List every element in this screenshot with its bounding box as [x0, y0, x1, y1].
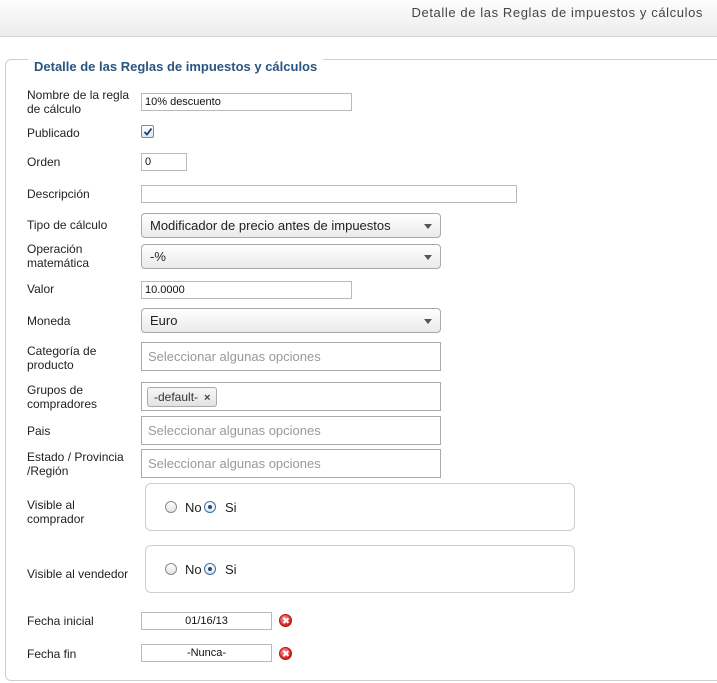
product-category-placeholder: Seleccionar algunas opciones — [148, 349, 321, 364]
visible-shopper-no-label: No — [185, 500, 202, 515]
page-title: Detalle de las Reglas de impuestos y cál… — [411, 5, 703, 20]
visible-shopper-si-label: Si — [225, 500, 237, 515]
calc-type-label: Tipo de cálculo — [27, 218, 108, 232]
product-category-multiselect[interactable]: Seleccionar algunas opciones — [141, 342, 441, 371]
end-date-label: Fecha fin — [27, 647, 77, 661]
country-placeholder: Seleccionar algunas opciones — [148, 423, 321, 438]
visible-vendor-label: Visible al vendedor — [27, 567, 129, 581]
shopper-groups-multiselect[interactable]: -default- × — [141, 382, 441, 411]
country-multiselect[interactable]: Seleccionar algunas opciones — [141, 416, 441, 445]
math-op-value: -% — [150, 249, 166, 264]
state-multiselect[interactable]: Seleccionar algunas opciones — [141, 449, 441, 478]
shopper-group-chip-label: -default- — [154, 390, 199, 404]
visible-shopper-si-radio[interactable] — [204, 501, 216, 513]
product-category-label: Categoría de producto — [27, 344, 97, 372]
calc-type-value: Modificador de precio antes de impuestos — [150, 218, 391, 233]
shopper-groups-label: Grupos de compradores — [27, 383, 98, 411]
rule-name-label: Nombre de la regla de cálculo — [27, 88, 130, 116]
currency-select[interactable]: Euro — [141, 308, 441, 333]
visible-vendor-si-label: Si — [225, 562, 237, 577]
visible-shopper-no-radio[interactable] — [165, 501, 177, 513]
description-label: Descripción — [27, 187, 90, 201]
shopper-group-chip: -default- × — [147, 387, 218, 407]
delete-icon[interactable] — [279, 647, 292, 660]
start-date-label: Fecha inicial — [27, 614, 94, 628]
rule-name-input[interactable]: 10% descuento — [141, 93, 352, 111]
currency-label: Moneda — [27, 314, 71, 328]
visible-vendor-no-label: No — [185, 562, 202, 577]
order-label: Orden — [27, 155, 61, 169]
value-input[interactable]: 10.0000 — [141, 281, 352, 299]
remove-chip-icon[interactable]: × — [204, 392, 210, 404]
published-label: Publicado — [27, 126, 80, 140]
country-label: Pais — [27, 424, 51, 438]
panel-legend: Detalle de las Reglas de impuestos y cál… — [28, 59, 324, 74]
end-date-input[interactable]: -Nunca- — [141, 644, 272, 662]
state-placeholder: Seleccionar algunas opciones — [148, 456, 321, 471]
published-checkbox[interactable] — [141, 125, 154, 138]
chevron-down-icon — [424, 319, 432, 324]
visible-vendor-no-radio[interactable] — [165, 563, 177, 575]
visible-shopper-label: Visible al comprador — [27, 498, 85, 526]
math-op-select[interactable]: -% — [141, 244, 441, 269]
delete-icon[interactable] — [279, 614, 292, 627]
checkmark-icon — [143, 127, 153, 136]
chevron-down-icon — [424, 255, 432, 260]
math-op-label: Operación matemática — [27, 242, 90, 270]
start-date-input[interactable]: 01/16/13 — [141, 612, 272, 630]
visible-vendor-si-radio[interactable] — [204, 563, 216, 575]
calc-type-select[interactable]: Modificador de precio antes de impuestos — [141, 213, 441, 238]
top-toolbar: Detalle de las Reglas de impuestos y cál… — [0, 0, 717, 37]
description-input[interactable] — [141, 185, 517, 203]
order-input[interactable]: 0 — [141, 153, 187, 171]
visible-shopper-group: No Si — [145, 483, 575, 531]
state-label: Estado / Provincia /Región — [27, 450, 124, 478]
currency-value: Euro — [150, 313, 178, 328]
value-label: Valor — [27, 282, 55, 296]
chevron-down-icon — [424, 224, 432, 229]
visible-vendor-group: No Si — [145, 545, 575, 593]
